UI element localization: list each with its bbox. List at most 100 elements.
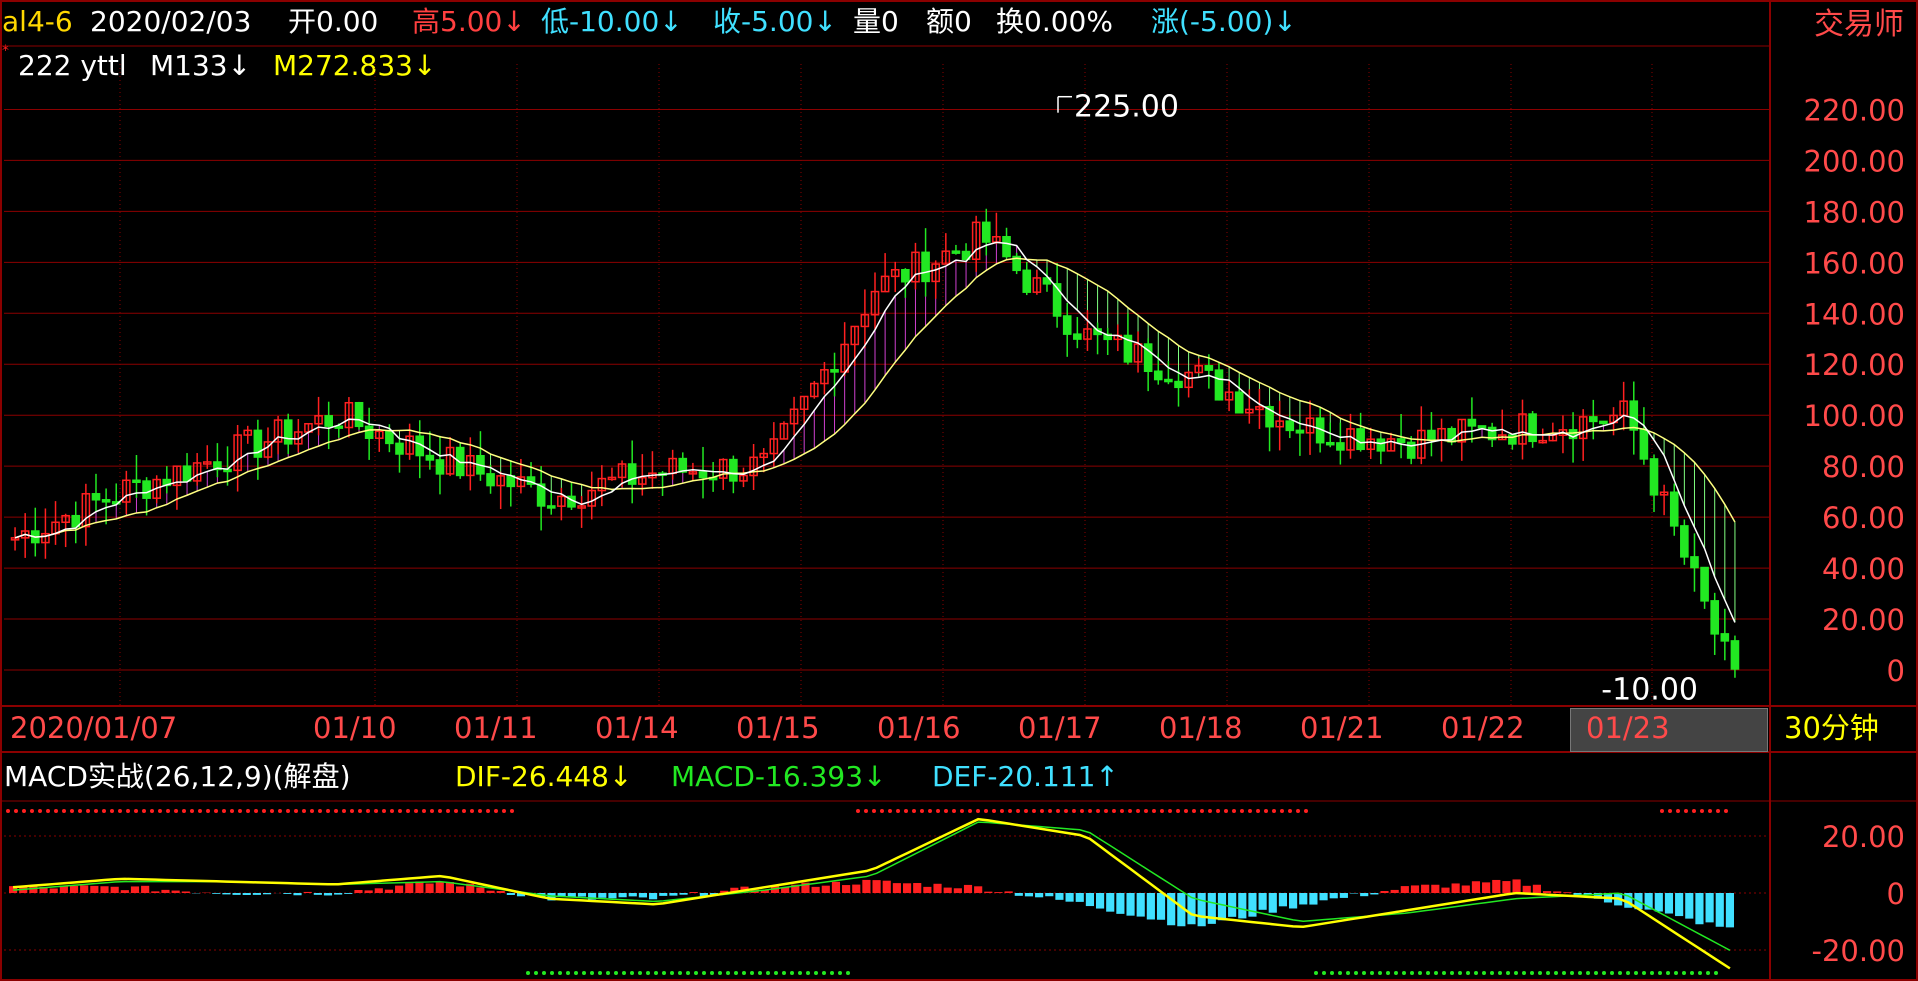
signal-dot <box>1690 971 1694 975</box>
signal-dot <box>366 809 370 813</box>
candle-body <box>314 415 323 425</box>
candle-body <box>779 422 789 440</box>
price-tick-label: 80.00 <box>1822 450 1905 484</box>
ma1-line <box>14 241 1736 623</box>
candle-body <box>1548 434 1558 442</box>
candle-body <box>1538 439 1548 444</box>
close-label: 收-5.00↓ <box>713 5 837 38</box>
candle-body <box>1619 400 1628 417</box>
signal-dot <box>1458 971 1462 975</box>
candle-body <box>1153 370 1163 381</box>
candle-body <box>213 461 222 471</box>
candle-body <box>840 343 849 373</box>
signal-dot <box>1602 971 1606 975</box>
signal-dot <box>510 809 514 813</box>
signal-dot <box>310 809 314 813</box>
signal-dot <box>1000 809 1004 813</box>
candle-body <box>1366 438 1376 451</box>
candle-body <box>1356 428 1365 451</box>
signal-dot <box>1610 971 1614 975</box>
period-label[interactable]: 30分钟 <box>1784 714 1879 743</box>
candle-body <box>253 429 263 458</box>
signal-dot <box>822 971 826 975</box>
signal-dot <box>1666 971 1670 975</box>
candle-body <box>81 493 91 528</box>
signal-dot <box>1482 971 1486 975</box>
signal-dot <box>1418 971 1422 975</box>
signal-dot <box>1410 971 1414 975</box>
signal-dot <box>1184 809 1188 813</box>
signal-dot <box>1280 809 1284 813</box>
candle-body <box>759 452 769 459</box>
price-tick-label: 160.00 <box>1804 246 1905 280</box>
signal-dot <box>742 971 746 975</box>
signal-dot <box>952 809 956 813</box>
candle-body <box>1133 343 1143 363</box>
signal-dot <box>230 809 234 813</box>
candle-body <box>354 401 364 428</box>
signal-dot <box>238 809 242 813</box>
signal-dot <box>1578 971 1582 975</box>
candle-body <box>1447 427 1456 443</box>
signal-dot <box>1370 971 1374 975</box>
candle-body <box>1062 315 1072 335</box>
candle-body <box>223 468 232 473</box>
date-label-8: 01/21 <box>1300 711 1384 745</box>
candle-body <box>466 455 475 477</box>
candle-body <box>425 454 435 461</box>
candle-body <box>809 382 819 398</box>
candle-body <box>1265 406 1274 428</box>
signal-dot <box>30 809 34 813</box>
candle-body <box>142 480 151 499</box>
signal-dot <box>1698 971 1702 975</box>
signal-dot <box>1112 809 1116 813</box>
signal-dot <box>502 809 506 813</box>
candle-body <box>1396 438 1406 444</box>
signal-dot <box>86 809 90 813</box>
macd-tick-label: -20.00 <box>1812 934 1906 968</box>
signal-dot <box>526 971 530 975</box>
dif-line <box>12 817 1731 970</box>
signal-dot <box>1136 809 1140 813</box>
date-label-10: 01/23 <box>1586 711 1670 745</box>
signal-dot <box>1216 809 1220 813</box>
candle-body <box>1639 429 1649 460</box>
signal-dot <box>358 809 362 813</box>
signal-dot <box>214 809 218 813</box>
candle-body <box>172 465 182 487</box>
date-label: 2020/02/03 <box>90 5 252 38</box>
candle-body <box>30 530 40 544</box>
signal-dot <box>382 809 386 813</box>
candle-body <box>1386 438 1396 452</box>
signal-dot <box>1692 809 1696 813</box>
low-label: 低-10.00↓ <box>541 5 683 38</box>
signal-dot <box>438 809 442 813</box>
signal-dot <box>614 971 618 975</box>
signal-dot <box>270 809 274 813</box>
signal-dot <box>1354 971 1358 975</box>
signal-dot <box>334 809 338 813</box>
signal-dot <box>960 809 964 813</box>
signal-dot <box>726 971 730 975</box>
candle-body <box>162 478 172 487</box>
signal-dot <box>1450 971 1454 975</box>
candle-body <box>577 505 586 509</box>
candle-body <box>648 472 657 479</box>
candle-body <box>1073 333 1082 340</box>
candle-body <box>1427 429 1436 441</box>
signal-dot <box>806 971 810 975</box>
candle-body <box>132 479 141 484</box>
candle-body <box>668 457 677 475</box>
date-label-7: 01/18 <box>1159 711 1243 745</box>
price-chart[interactable]: 220.00 200.00 180.00 160.00 140.00 120.00 100.… <box>0 0 1918 981</box>
candle-body <box>1174 380 1183 389</box>
candle-body <box>1669 491 1679 527</box>
macd-title: MACD实战(26,12,9)(解盘) <box>4 760 351 793</box>
signal-dot <box>1562 971 1566 975</box>
signal-dot <box>350 809 354 813</box>
candle-body <box>1275 420 1284 428</box>
macd-label: MACD-16.393↓ <box>671 760 887 793</box>
signal-dot <box>190 809 194 813</box>
signal-dot <box>1248 809 1252 813</box>
candle-body <box>1649 458 1659 496</box>
